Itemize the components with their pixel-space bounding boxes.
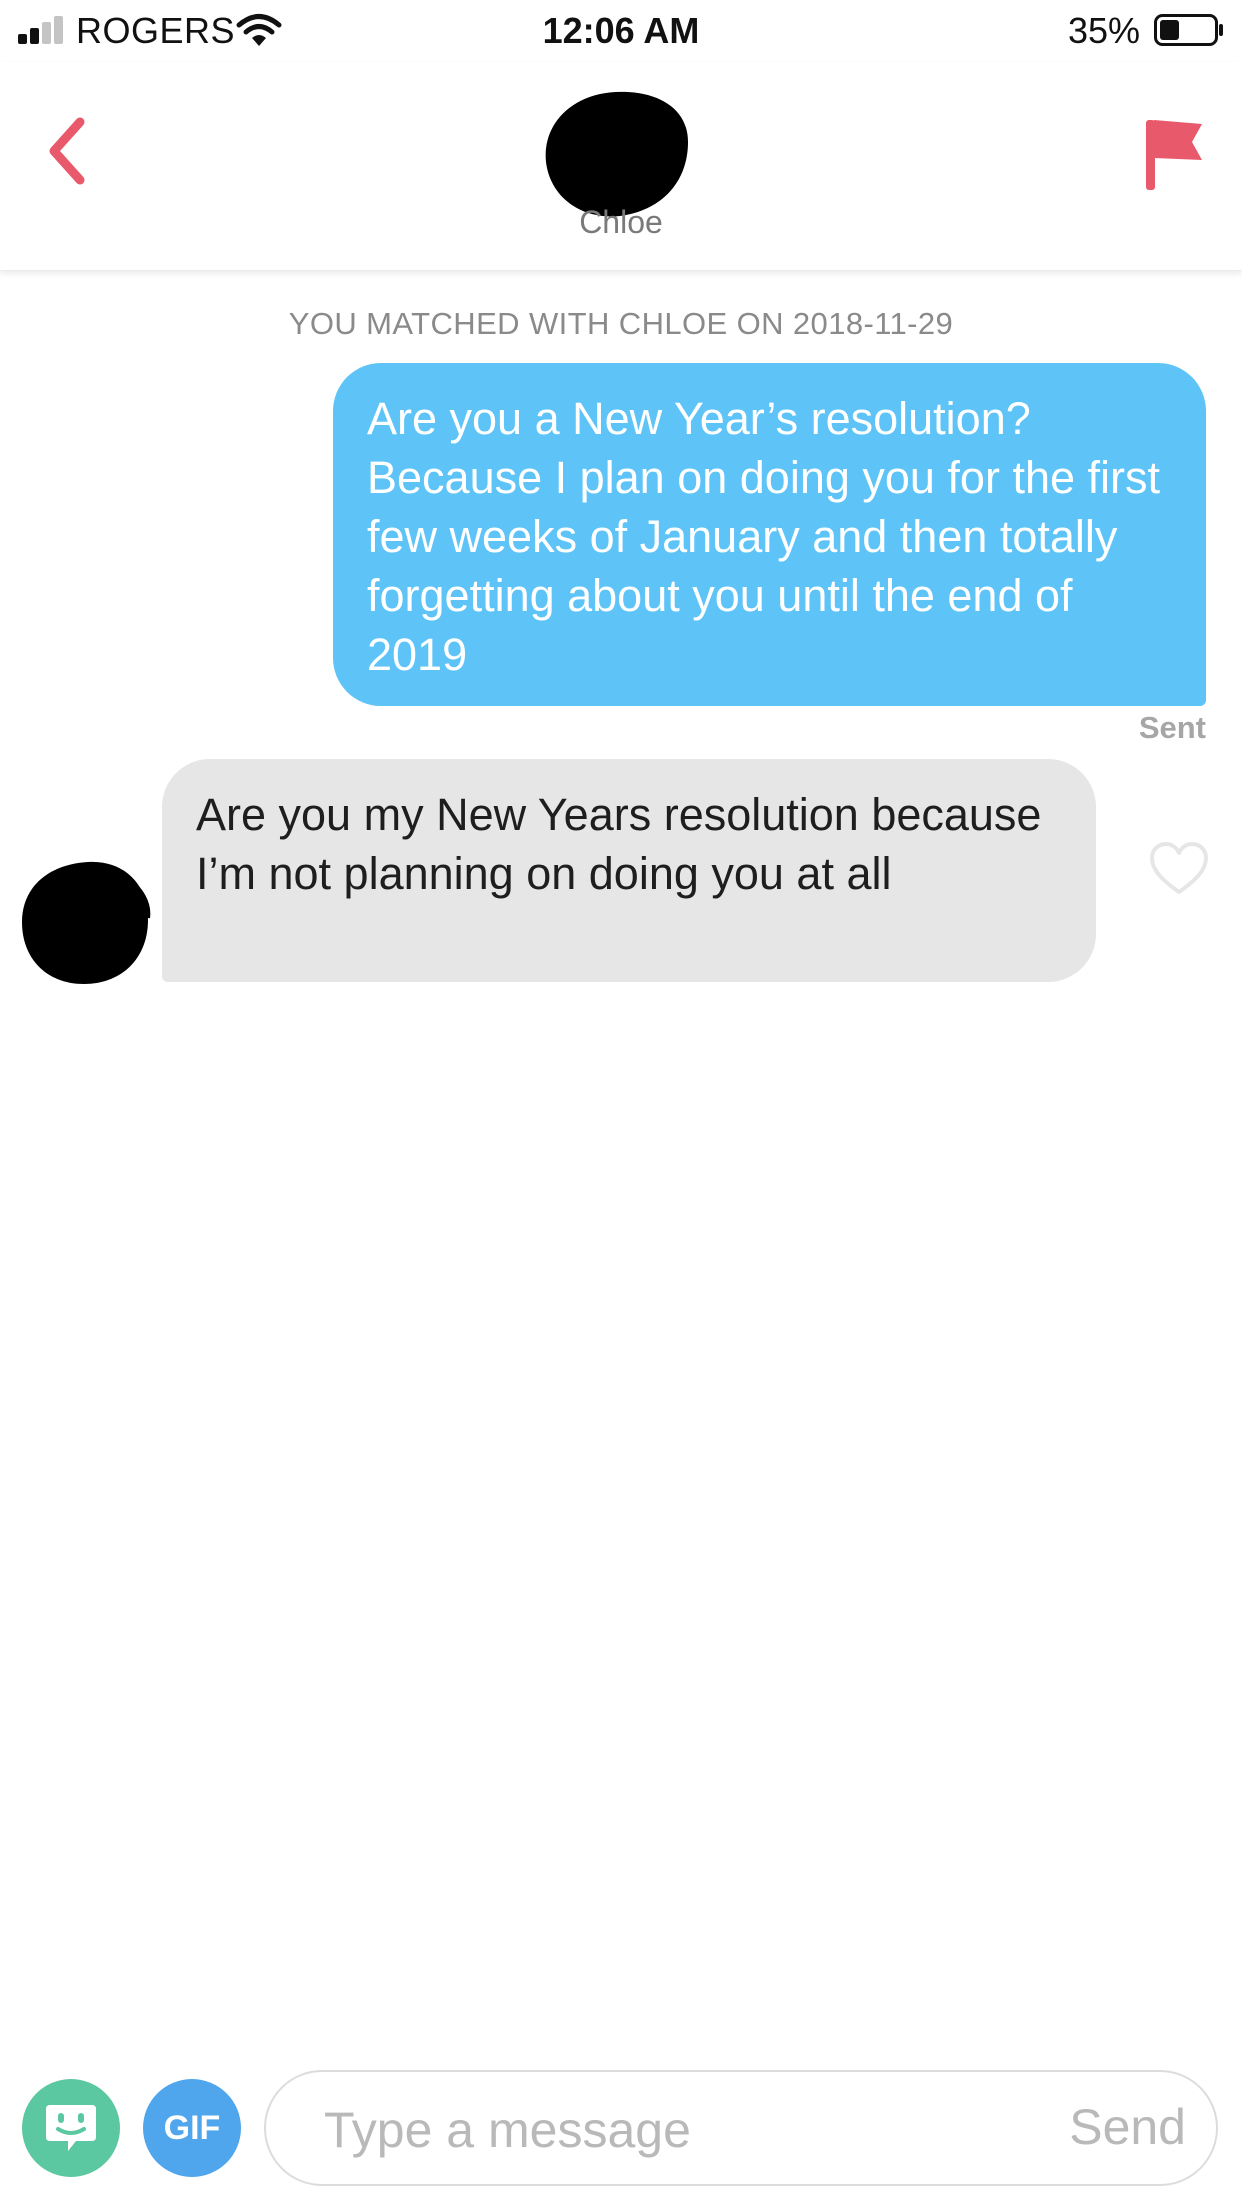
- message-status: Sent: [1138, 710, 1206, 745]
- status-time: 12:06 AM: [542, 10, 700, 51]
- message-composer: Send: [264, 2070, 1218, 2186]
- chevron-left-icon: [49, 117, 85, 185]
- message-input[interactable]: [322, 2094, 966, 2166]
- battery-icon: [1154, 14, 1223, 46]
- like-message-button[interactable]: [1148, 840, 1210, 898]
- sticker-button[interactable]: [22, 2079, 120, 2177]
- gif-button[interactable]: GIF: [143, 2079, 241, 2177]
- back-button[interactable]: [32, 106, 102, 196]
- match-date-label: YOU MATCHED WITH CHLOE ON 2018-11-29: [288, 306, 954, 341]
- sent-message-bubble[interactable]: Are you a New Year’s resolution? Because…: [333, 363, 1206, 706]
- report-button[interactable]: [1140, 108, 1206, 198]
- match-name: Chloe: [579, 204, 663, 240]
- send-button[interactable]: Send: [1069, 2098, 1186, 2156]
- chat-header: Chloe: [0, 62, 1242, 271]
- sticker-face-icon: [46, 2105, 96, 2151]
- heart-outline-icon: [1150, 842, 1208, 894]
- report-flag-icon: [1146, 120, 1202, 190]
- status-bar: ROGERS 12:06 AM 35%: [0, 0, 1242, 62]
- match-avatar[interactable]: [536, 84, 696, 224]
- received-message-bubble[interactable]: Are you my New Years resolution because …: [162, 759, 1096, 982]
- sender-avatar[interactable]: [18, 858, 154, 988]
- battery-percentage: 35%: [1067, 10, 1140, 51]
